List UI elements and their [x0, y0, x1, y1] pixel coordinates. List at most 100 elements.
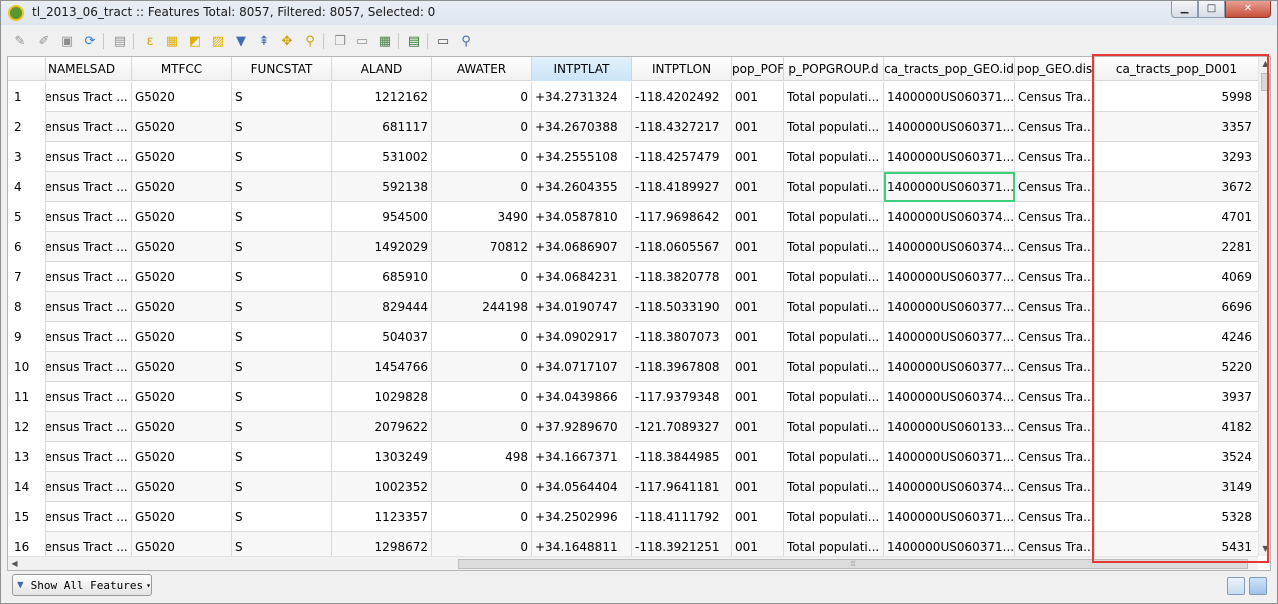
vertical-scroll-thumb[interactable] — [1261, 73, 1270, 91]
table-row[interactable]: 2Census Tract ...G5020S6811170+34.267038… — [8, 112, 1258, 142]
cell-pop-popgroup[interactable]: Total populati... — [784, 142, 884, 172]
cell-funcstat[interactable]: S — [232, 502, 332, 532]
cell-intptlat[interactable]: +34.1667371 — [532, 442, 632, 472]
cell-intptlon[interactable]: -118.4189927 — [632, 172, 732, 202]
cell-mtfcc[interactable]: G5020 — [132, 172, 232, 202]
cell-intptlat[interactable]: +34.0686907 — [532, 232, 632, 262]
cell-namelsad[interactable]: Census Tract ... — [46, 532, 132, 556]
title-bar[interactable]: tl_2013_06_tract :: Features Total: 8057… — [1, 1, 1277, 25]
cell-aland[interactable]: 1212162 — [332, 82, 432, 112]
cell-awater[interactable]: 70812 — [432, 232, 532, 262]
horizontal-scroll-thumb[interactable]: ⦙⦙⦙ — [458, 559, 1248, 569]
cell-pop-popgroup[interactable]: Total populati... — [784, 112, 884, 142]
cell-awater[interactable]: 0 — [432, 142, 532, 172]
cell-awater[interactable]: 0 — [432, 532, 532, 556]
vertical-scrollbar[interactable]: ▲ ▼ — [1258, 57, 1270, 556]
cell-pop-popgroup[interactable]: Total populati... — [784, 202, 884, 232]
cell-aland[interactable]: 504037 — [332, 322, 432, 352]
cell-awater[interactable]: 0 — [432, 322, 532, 352]
cell-d001[interactable]: 4246 — [1095, 322, 1258, 352]
column-header-geo-id[interactable]: ca_tracts_pop_GEO.id — [884, 57, 1015, 81]
cell-mtfcc[interactable]: G5020 — [132, 232, 232, 262]
cell-intptlon[interactable]: -118.3967808 — [632, 352, 732, 382]
cell-awater[interactable]: 244198 — [432, 292, 532, 322]
cell-intptlat[interactable]: +34.0190747 — [532, 292, 632, 322]
cell-intptlon[interactable]: -117.9379348 — [632, 382, 732, 412]
cell-mtfcc[interactable]: G5020 — [132, 472, 232, 502]
cell-funcstat[interactable]: S — [232, 232, 332, 262]
cell-awater[interactable]: 0 — [432, 412, 532, 442]
cell-intptlat[interactable]: +34.2670388 — [532, 112, 632, 142]
cell-aland[interactable]: 2079622 — [332, 412, 432, 442]
cell-geo-dis[interactable]: Census Tra... — [1015, 322, 1095, 352]
cell-awater[interactable]: 0 — [432, 382, 532, 412]
cell-geo-dis[interactable]: Census Tra... — [1015, 382, 1095, 412]
cell-intptlon[interactable]: -118.3844985 — [632, 442, 732, 472]
pencil-icon[interactable]: ✎ — [11, 32, 29, 50]
cell-intptlat[interactable]: +34.0564404 — [532, 472, 632, 502]
row-number[interactable]: 6 — [8, 232, 46, 262]
cell-geo-id[interactable]: 1400000US060377... — [884, 352, 1015, 382]
row-number[interactable]: 12 — [8, 412, 46, 442]
save-edits-icon[interactable]: ✐ — [35, 32, 53, 50]
move-selection-to-top-icon[interactable]: ⇞ — [255, 32, 273, 50]
save-icon[interactable]: ▣ — [58, 32, 76, 50]
zoom-icon[interactable]: ⚲ — [457, 32, 475, 50]
cell-mtfcc[interactable]: G5020 — [132, 322, 232, 352]
cell-intptlat[interactable]: +34.0587810 — [532, 202, 632, 232]
cell-pop-popgroup[interactable]: Total populati... — [784, 322, 884, 352]
cell-pop-pop[interactable]: 001 — [732, 352, 784, 382]
cell-aland[interactable]: 592138 — [332, 172, 432, 202]
column-header-intptlat[interactable]: INTPTLAT — [532, 57, 632, 81]
column-header-d001[interactable]: ca_tracts_pop_D001 — [1095, 57, 1258, 81]
cell-pop-pop[interactable]: 001 — [732, 472, 784, 502]
row-number[interactable]: 14 — [8, 472, 46, 502]
column-header-mtfcc[interactable]: MTFCC — [132, 57, 232, 81]
cell-intptlon[interactable]: -118.0605567 — [632, 232, 732, 262]
scroll-up-icon[interactable]: ▲ — [1259, 57, 1270, 71]
cell-funcstat[interactable]: S — [232, 532, 332, 556]
cell-pop-popgroup[interactable]: Total populati... — [784, 382, 884, 412]
cell-geo-id[interactable]: 1400000US060377... — [884, 322, 1015, 352]
cell-mtfcc[interactable]: G5020 — [132, 82, 232, 112]
cell-mtfcc[interactable]: G5020 — [132, 292, 232, 322]
cell-d001[interactable]: 3672 — [1095, 172, 1258, 202]
cell-pop-popgroup[interactable]: Total populati... — [784, 292, 884, 322]
cell-intptlat[interactable]: +34.1648811 — [532, 532, 632, 556]
cell-geo-dis[interactable]: Census Tra... — [1015, 262, 1095, 292]
cell-geo-dis[interactable]: Census Tra... — [1015, 232, 1095, 262]
cell-geo-id[interactable]: 1400000US060374... — [884, 382, 1015, 412]
cell-aland[interactable]: 1123357 — [332, 502, 432, 532]
reload-icon[interactable]: ⟳ — [81, 32, 99, 50]
cell-d001[interactable]: 2281 — [1095, 232, 1258, 262]
cell-namelsad[interactable]: Census Tract ... — [46, 502, 132, 532]
cell-d001[interactable]: 3937 — [1095, 382, 1258, 412]
cell-geo-id[interactable]: 1400000US060371... — [884, 172, 1015, 202]
cell-aland[interactable]: 1492029 — [332, 232, 432, 262]
cell-pop-popgroup[interactable]: Total populati... — [784, 172, 884, 202]
cell-namelsad[interactable]: Census Tract ... — [46, 202, 132, 232]
table-row[interactable]: 14Census Tract ...G5020S10023520+34.0564… — [8, 472, 1258, 502]
invert-selection-icon[interactable]: ◩ — [186, 32, 204, 50]
form-view-icon[interactable] — [1227, 577, 1245, 595]
cell-intptlon[interactable]: -118.4202492 — [632, 82, 732, 112]
cell-intptlon[interactable]: -118.4257479 — [632, 142, 732, 172]
cell-pop-popgroup[interactable]: Total populati... — [784, 82, 884, 112]
cell-pop-pop[interactable]: 001 — [732, 262, 784, 292]
cell-pop-pop[interactable]: 001 — [732, 322, 784, 352]
close-button[interactable]: ✕ — [1225, 1, 1271, 18]
cell-geo-id[interactable]: 1400000US060374... — [884, 232, 1015, 262]
horizontal-scrollbar[interactable]: ◀ ⦙⦙⦙ — [8, 556, 1258, 570]
cell-namelsad[interactable]: Census Tract ... — [46, 82, 132, 112]
scroll-down-icon[interactable]: ▼ — [1259, 542, 1270, 556]
row-number[interactable]: 7 — [8, 262, 46, 292]
cell-awater[interactable]: 0 — [432, 502, 532, 532]
cell-geo-dis[interactable]: Census Tra... — [1015, 202, 1095, 232]
table-row[interactable]: 13Census Tract ...G5020S1303249498+34.16… — [8, 442, 1258, 472]
cell-intptlon[interactable]: -117.9698642 — [632, 202, 732, 232]
cell-geo-id[interactable]: 1400000US060133... — [884, 412, 1015, 442]
table-row[interactable]: 3Census Tract ...G5020S5310020+34.255510… — [8, 142, 1258, 172]
cell-namelsad[interactable]: Census Tract ... — [46, 232, 132, 262]
row-number[interactable]: 5 — [8, 202, 46, 232]
cell-geo-dis[interactable]: Census Tra... — [1015, 142, 1095, 172]
